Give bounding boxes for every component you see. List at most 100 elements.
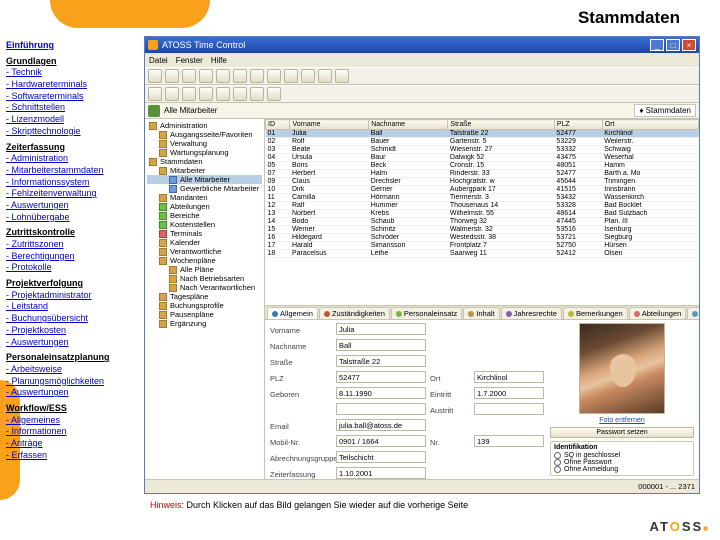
toolbar-button[interactable]	[250, 69, 264, 83]
sidebar-link[interactable]: Erfassen	[6, 450, 136, 462]
sidebar-link[interactable]: Auswertungen	[6, 387, 136, 399]
sidebar-link[interactable]: Buchungsübersicht	[6, 313, 136, 325]
column-header[interactable]: Vorname	[290, 120, 369, 130]
toolbar-button[interactable]	[233, 69, 247, 83]
tree-node[interactable]: Abteilungen	[147, 202, 262, 211]
toolbar-button[interactable]	[250, 87, 264, 101]
sidebar-link[interactable]: Hardwareterminals	[6, 79, 136, 91]
toolbar-button[interactable]	[216, 87, 230, 101]
form-input[interactable]	[336, 371, 426, 383]
set-password-button[interactable]: Passwort setzen	[550, 427, 694, 438]
sidebar-link[interactable]: Anträge	[6, 438, 136, 450]
sidebar-link[interactable]: Planungsmöglichkeiten	[6, 376, 136, 388]
tree-node[interactable]: Mitarbeiter	[147, 166, 262, 175]
sidebar-link[interactable]: Zutrittszonen	[6, 239, 136, 251]
sidebar-link[interactable]: Berechtigungen	[6, 251, 136, 263]
sidebar-link[interactable]: Arbeitsweise	[6, 364, 136, 376]
tree-node[interactable]: Nach Verantwortlichen	[147, 283, 262, 292]
table-row[interactable]: 11CamillaHörmannTiermerstr. 353432Wassen…	[266, 194, 699, 202]
form-input[interactable]	[474, 403, 544, 415]
form-input[interactable]	[474, 387, 544, 399]
toolbar-button[interactable]	[284, 69, 298, 83]
tree-node[interactable]: Wartungsplanung	[147, 148, 262, 157]
sidebar-intro[interactable]: Einführung	[6, 40, 136, 52]
detail-tab[interactable]: Personaleinsatz	[391, 307, 462, 319]
tree-node[interactable]: Terminals	[147, 229, 262, 238]
sidebar-link[interactable]: Allgemeines	[6, 415, 136, 427]
detail-tab[interactable]: Zuständigkeiten	[319, 307, 390, 319]
radio-option[interactable]: SQ in geschlossel	[554, 452, 690, 459]
sidebar-link[interactable]: Administration	[6, 153, 136, 165]
toolbar-button[interactable]	[301, 69, 315, 83]
form-input[interactable]	[336, 451, 426, 463]
tree-node[interactable]: Stammdaten	[147, 157, 262, 166]
table-row[interactable]: 15WernerSchmitzWalmerstr. 3253516Isenbur…	[266, 226, 699, 234]
form-input[interactable]	[336, 355, 426, 367]
toolbar-button[interactable]	[233, 87, 247, 101]
sidebar-link[interactable]: Protokolle	[6, 262, 136, 274]
tree-node[interactable]: Gewerbliche Mitarbeiter	[147, 184, 262, 193]
tree-node[interactable]: Verwaltung	[147, 139, 262, 148]
tree-node[interactable]: Wochenpläne	[147, 256, 262, 265]
sidebar-link[interactable]: Auswertungen	[6, 200, 136, 212]
sidebar-link[interactable]: Lohnübergabe	[6, 212, 136, 224]
column-header[interactable]: PLZ	[554, 120, 602, 130]
tree-node[interactable]: Mandanten	[147, 193, 262, 202]
table-row[interactable]: 12RalfHummerThousenaus 1453328Bad Bockle…	[266, 202, 699, 210]
form-input[interactable]	[336, 403, 426, 415]
table-row[interactable]: 05BorisBeckCronstr. 1548051Hamm	[266, 162, 699, 170]
nav-tree[interactable]: AdministrationAusgangsseite/FavoritenVer…	[145, 119, 265, 479]
tree-node[interactable]: Kalender	[147, 238, 262, 247]
sidebar-link[interactable]: Mitarbeiterstammdaten	[6, 165, 136, 177]
column-header[interactable]: Straße	[448, 120, 555, 130]
toolbar-button[interactable]	[199, 87, 213, 101]
detail-tab[interactable]: Gruppensätze	[687, 307, 699, 319]
toolbar-button[interactable]	[182, 69, 196, 83]
toolbar-button[interactable]	[148, 87, 162, 101]
detail-tab[interactable]: Jahresrechte	[501, 307, 562, 319]
tree-node[interactable]: Bereiche	[147, 211, 262, 220]
detail-tab[interactable]: Allgemein	[267, 307, 318, 319]
radio-option[interactable]: Ohne Anmeldung	[554, 466, 690, 473]
tree-node[interactable]: Ausgangsseite/Favoriten	[147, 130, 262, 139]
tree-node[interactable]: Buchungsprofile	[147, 301, 262, 310]
table-row[interactable]: 01JuliaBallTalstraße 2252477Kirchlinol	[266, 130, 699, 138]
tree-node[interactable]: Tagespläne	[147, 292, 262, 301]
tree-node[interactable]: Verantwortliche	[147, 247, 262, 256]
form-input[interactable]	[336, 435, 426, 447]
toolbar-button[interactable]	[182, 87, 196, 101]
tree-node[interactable]: Kostenstellen	[147, 220, 262, 229]
toolbar-button[interactable]	[318, 69, 332, 83]
sidebar-link[interactable]: Informationen	[6, 426, 136, 438]
toolbar-button[interactable]	[148, 69, 162, 83]
form-input[interactable]	[336, 323, 426, 335]
sidebar-link[interactable]: Technik	[6, 67, 136, 79]
sidebar-link[interactable]: Skripttechnologie	[6, 126, 136, 138]
sidebar-link[interactable]: Leitstand	[6, 301, 136, 313]
tree-node[interactable]: Administration	[147, 121, 262, 130]
sidebar-link[interactable]: Softwareterminals	[6, 91, 136, 103]
toolbar-button[interactable]	[199, 69, 213, 83]
tree-node[interactable]: Ergänzung	[147, 319, 262, 328]
sidebar-link[interactable]: Lizenzmodell	[6, 114, 136, 126]
toolbar-button[interactable]	[267, 87, 281, 101]
column-header[interactable]: ID	[266, 120, 290, 130]
toolbar-button[interactable]	[165, 69, 179, 83]
form-input[interactable]	[474, 371, 544, 383]
table-row[interactable]: 10DirkGernerAubergpark 1741515Innsbrann	[266, 186, 699, 194]
form-input[interactable]	[474, 435, 544, 447]
detail-tab[interactable]: Bemerkungen	[563, 307, 628, 319]
remove-photo-link[interactable]: Foto entfernen	[599, 417, 645, 424]
table-row[interactable]: 18ParacelsusLetheSaarweg 1152412Olsen	[266, 250, 699, 258]
menu-item[interactable]: Datei	[149, 56, 168, 65]
column-header[interactable]: Ort	[602, 120, 698, 130]
close-button[interactable]: ×	[682, 39, 696, 51]
table-row[interactable]: 04UrsulaBaurDalwigk 5243475Weserhal	[266, 154, 699, 162]
tree-node[interactable]: Alle Pläne	[147, 265, 262, 274]
toolbar-button[interactable]	[267, 69, 281, 83]
minimize-button[interactable]: _	[650, 39, 664, 51]
detail-tab[interactable]: Abteilungen	[629, 307, 687, 319]
stammdaten-chip[interactable]: ♦ Stammdaten	[634, 104, 696, 117]
table-row[interactable]: 02RolfBauerGartenstr. 553229Weilerstr.	[266, 138, 699, 146]
toolbar-button[interactable]	[216, 69, 230, 83]
